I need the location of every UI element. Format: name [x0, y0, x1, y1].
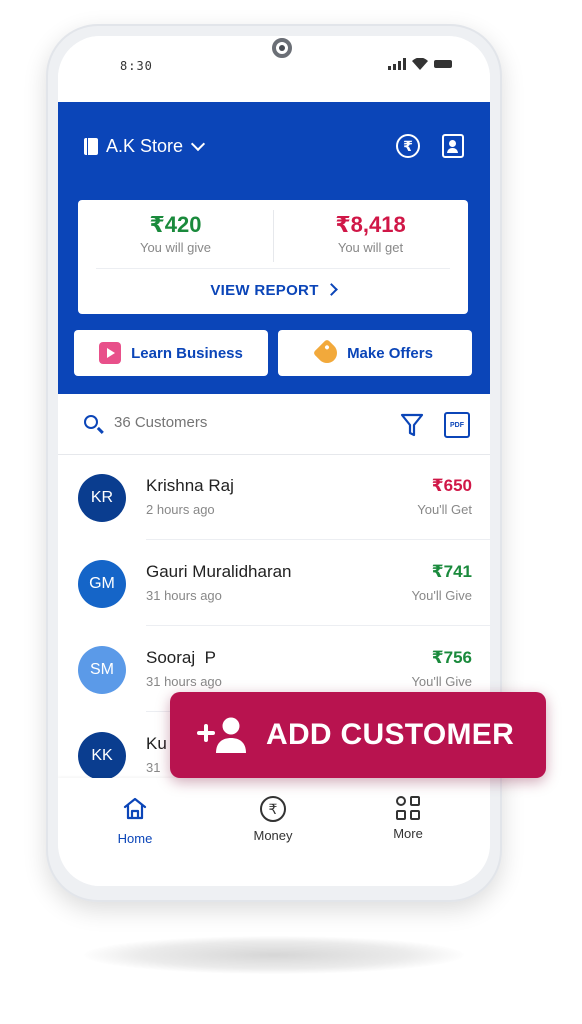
customer-name: Ku — [146, 734, 167, 753]
customer-amount: ₹650 — [431, 476, 472, 495]
customer-amount: ₹741 — [431, 562, 472, 581]
chevron-down-icon — [190, 136, 206, 152]
nav-more-label: More — [393, 826, 423, 841]
get-summary: ₹8,418 You will get — [273, 212, 468, 255]
customer-time: 31 hours ago — [146, 588, 222, 603]
avatar: SM — [78, 646, 126, 694]
system-icons — [388, 58, 452, 70]
rupee-circle-icon[interactable]: ₹ — [396, 134, 420, 158]
view-report-label: VIEW REPORT — [210, 282, 319, 299]
search-input[interactable] — [114, 414, 354, 431]
add-person-icon — [197, 717, 246, 753]
book-icon — [84, 138, 98, 155]
give-amount: ₹420 — [149, 212, 202, 237]
search-icon[interactable] — [84, 415, 98, 429]
customer-status: You'll Give — [411, 674, 472, 689]
pdf-icon[interactable]: PDF — [444, 412, 470, 438]
nav-money-label: Money — [253, 828, 293, 843]
customer-status: You'll Give — [411, 588, 472, 603]
chevron-right-icon — [324, 283, 338, 296]
signal-icon — [388, 58, 406, 70]
get-amount: ₹8,418 — [335, 212, 406, 237]
header-actions: ₹ — [396, 134, 464, 158]
customer-time: 31 — [146, 760, 161, 775]
wifi-icon — [412, 58, 428, 70]
give-label: You will give — [139, 240, 212, 255]
make-offers-button[interactable]: Make Offers — [278, 330, 472, 376]
grid-icon — [396, 796, 420, 820]
phone-shadow — [84, 936, 464, 974]
nav-money[interactable]: ₹ Money — [228, 796, 318, 843]
add-customer-button[interactable]: ADD CUSTOMER — [170, 692, 546, 778]
rupee-icon: ₹ — [260, 796, 286, 822]
learn-business-button[interactable]: Learn Business — [74, 330, 268, 376]
app-header: A.K Store ₹ ₹420 You will give ₹8,418 Yo… — [58, 102, 490, 394]
summary-hdivider — [96, 268, 450, 269]
nav-home[interactable]: Home — [90, 796, 180, 846]
list-item[interactable]: KR Krishna Raj 2 hours ago ₹650 You'll G… — [58, 454, 490, 540]
get-label: You will get — [337, 240, 404, 255]
customer-name: Gauri Muralidharan — [146, 562, 292, 581]
customer-name: Sooraj P — [146, 648, 216, 667]
customer-time: 2 hours ago — [146, 502, 215, 517]
bottom-nav: Home ₹ Money More — [58, 778, 490, 886]
avatar: KR — [78, 474, 126, 522]
nav-home-label: Home — [117, 831, 153, 846]
video-play-icon — [99, 342, 122, 364]
calendar-contact-icon[interactable] — [442, 134, 464, 158]
status-time: 8:30 — [120, 59, 153, 73]
battery-icon — [434, 60, 452, 68]
customer-time: 31 hours ago — [146, 674, 222, 689]
nav-more[interactable]: More — [363, 796, 453, 841]
avatar: KK — [78, 732, 126, 780]
search-bar: PDF — [58, 394, 490, 455]
give-summary: ₹420 You will give — [78, 212, 273, 255]
offer-tag-icon — [312, 338, 342, 368]
learn-business-label: Learn Business — [131, 344, 243, 362]
filter-icon[interactable] — [400, 412, 424, 438]
camera-icon — [272, 38, 292, 58]
balance-summary-card: ₹420 You will give ₹8,418 You will get V… — [78, 200, 468, 314]
customer-status: You'll Get — [417, 502, 472, 517]
home-icon — [123, 797, 147, 820]
list-item[interactable]: GM Gauri Muralidharan 31 hours ago ₹741 … — [58, 540, 490, 626]
avatar: GM — [78, 560, 126, 608]
customer-name: Krishna Raj — [146, 476, 234, 495]
view-report-button[interactable]: VIEW REPORT — [78, 282, 468, 299]
customer-amount: ₹756 — [431, 648, 472, 667]
store-selector[interactable]: A.K Store — [84, 136, 206, 157]
make-offers-label: Make Offers — [347, 344, 433, 362]
store-name: A.K Store — [106, 136, 184, 156]
add-customer-label: ADD CUSTOMER — [266, 718, 515, 751]
